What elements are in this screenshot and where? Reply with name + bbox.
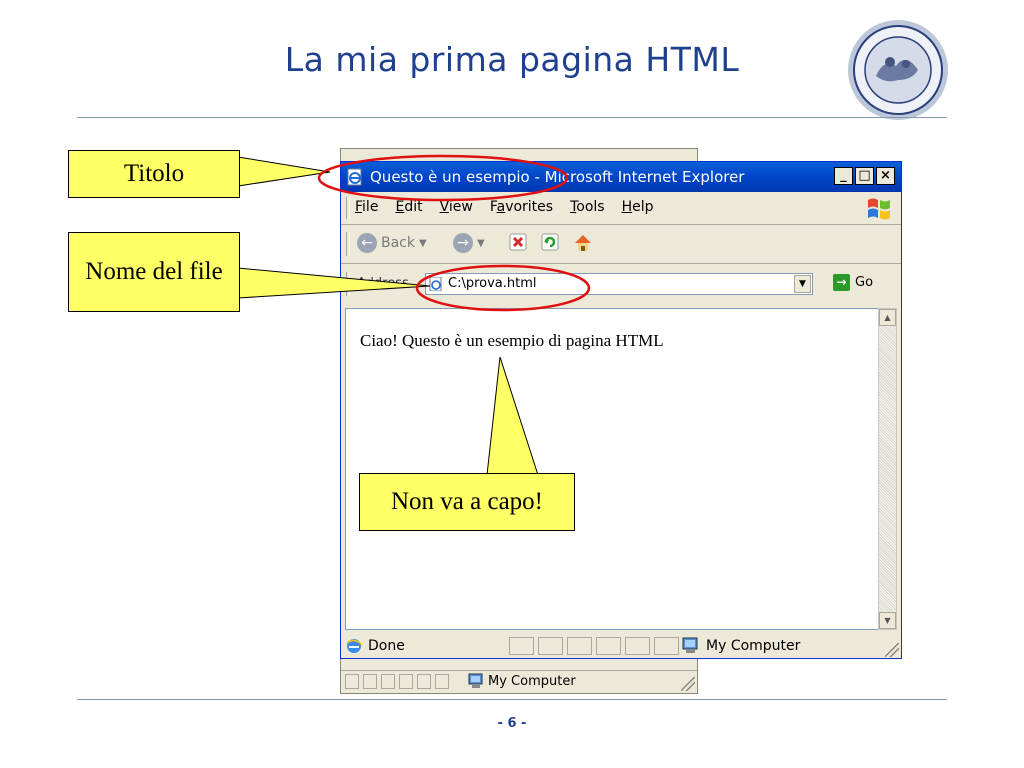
callout-titolo: Titolo <box>68 150 240 198</box>
refresh-button[interactable] <box>541 233 559 251</box>
maximize-button[interactable]: □ <box>855 167 874 185</box>
status-cell <box>417 674 431 689</box>
ie-page-icon <box>429 277 442 291</box>
minimize-button[interactable]: _ <box>834 167 853 185</box>
my-computer-icon <box>468 673 483 688</box>
forward-button[interactable]: → ▼ <box>453 233 485 253</box>
politecnico-logo <box>848 20 948 120</box>
page-number: - 6 - <box>497 716 527 731</box>
status-cell <box>435 674 449 689</box>
back-dropdown-icon[interactable]: ▼ <box>419 238 427 249</box>
internet-explorer-window: Questo è un esempio - Microsoft Internet… <box>340 161 902 659</box>
back-arrow-icon: ← <box>357 233 377 253</box>
go-button[interactable]: → Go <box>833 274 873 291</box>
windows-logo-icon <box>868 198 890 220</box>
status-cell <box>625 637 650 655</box>
address-input[interactable]: C:\prova.html ▼ <box>425 273 813 295</box>
address-value: C:\prova.html <box>448 276 537 291</box>
menu-item[interactable]: View <box>440 199 473 215</box>
status-cell <box>399 674 413 689</box>
status-cell <box>381 674 395 689</box>
menu-item[interactable]: Help <box>622 199 654 215</box>
menu-items: File Edit View Favorites Tools Help <box>355 199 654 215</box>
ie-logo-icon <box>346 639 363 653</box>
vertical-scrollbar[interactable]: ▲ ▼ <box>878 308 897 630</box>
ie-page-icon <box>347 168 362 186</box>
menu-bar: File Edit View Favorites Tools Help <box>341 192 901 225</box>
menu-item[interactable]: File <box>355 199 378 215</box>
menu-item[interactable]: Favorites <box>490 199 553 215</box>
standard-toolbar: ← Back ▼ → ▼ <box>341 225 901 264</box>
callout-nome-file: Nome del file <box>68 232 240 312</box>
bottom-divider <box>77 699 947 700</box>
titolo-pointer <box>237 156 331 187</box>
window-controls: _ □ × <box>834 167 895 185</box>
status-cell <box>363 674 377 689</box>
page-body-text: Ciao! Questo è un esempio di pagina HTML <box>360 331 664 350</box>
scroll-up-icon[interactable]: ▲ <box>879 309 896 326</box>
scroll-down-icon[interactable]: ▼ <box>879 612 896 629</box>
status-done: Done <box>345 637 405 655</box>
address-bar: Address C:\prova.html ▼ → Go <box>341 264 901 304</box>
title-bar[interactable]: Questo è un esempio - Microsoft Internet… <box>341 162 901 192</box>
back-label: Back <box>381 235 415 251</box>
status-cell <box>567 637 592 655</box>
close-button[interactable]: × <box>876 167 895 185</box>
go-label: Go <box>855 275 874 290</box>
status-cell <box>538 637 563 655</box>
background-status-bar: My Computer <box>341 670 697 693</box>
status-cell <box>596 637 621 655</box>
stop-icon <box>509 233 527 251</box>
callout-non-va-a-capo: Non va a capo! <box>359 473 575 531</box>
go-arrow-icon: → <box>833 274 850 291</box>
status-text: Done <box>368 638 405 654</box>
home-button[interactable] <box>573 233 593 253</box>
zone-indicator: My Computer <box>681 637 800 655</box>
page-content[interactable]: Ciao! Questo è un esempio di pagina HTML <box>345 308 880 630</box>
stop-button[interactable] <box>509 233 527 251</box>
address-grip[interactable] <box>346 272 350 296</box>
my-computer-icon <box>682 637 698 653</box>
forward-arrow-icon: → <box>453 233 473 253</box>
background-zone-indicator: My Computer <box>467 673 576 689</box>
status-cell <box>345 674 359 689</box>
resize-grip[interactable] <box>681 677 695 691</box>
toolbar-grip[interactable] <box>346 232 350 256</box>
back-button[interactable]: ← Back ▼ <box>357 233 427 253</box>
background-status-text: My Computer <box>488 673 576 689</box>
top-divider <box>77 117 947 118</box>
address-dropdown-icon[interactable]: ▼ <box>794 275 811 293</box>
menu-item[interactable]: Edit <box>395 199 422 215</box>
resize-grip[interactable] <box>885 643 899 657</box>
menu-grip[interactable] <box>346 197 350 219</box>
forward-dropdown-icon[interactable]: ▼ <box>477 238 485 249</box>
zone-text: My Computer <box>706 638 801 654</box>
refresh-icon <box>541 233 559 251</box>
status-cell <box>654 637 679 655</box>
home-icon <box>575 235 591 251</box>
menu-item[interactable]: Tools <box>570 199 605 215</box>
address-label: Address <box>357 276 409 291</box>
window-title: Questo è un esempio - Microsoft Internet… <box>370 168 745 186</box>
status-cell <box>509 637 534 655</box>
status-bar: Done My Computer <box>341 633 901 659</box>
